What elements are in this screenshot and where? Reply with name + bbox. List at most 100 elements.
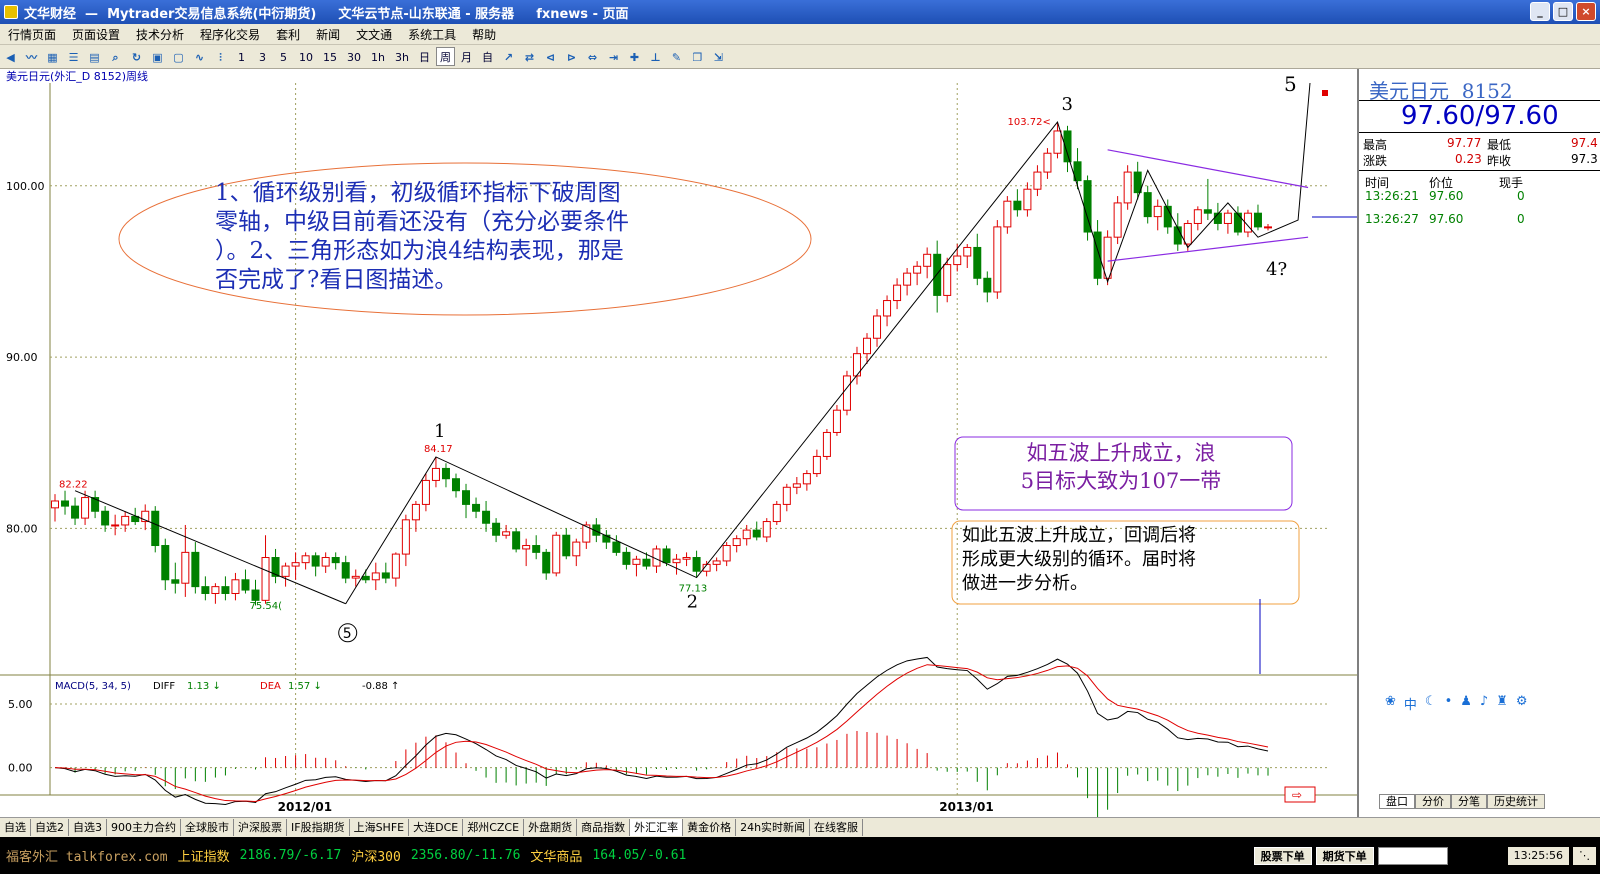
candle-body (762, 521, 771, 538)
period-1[interactable]: 1 (232, 47, 251, 66)
line-chart-icon[interactable]: 〰 (22, 47, 41, 66)
menu-tech-analysis[interactable]: 技术分析 (128, 26, 192, 43)
close-button[interactable]: × (1576, 2, 1596, 21)
candle-body (672, 558, 681, 564)
period-1h[interactable]: 1h (367, 47, 389, 66)
exit-icon[interactable]: ⇲ (709, 47, 728, 66)
level-icon[interactable]: ⊥ (646, 47, 665, 66)
period-10[interactable]: 10 (295, 47, 317, 66)
tab-watchlist-3[interactable]: 自选3 (69, 819, 107, 836)
macd-diff-value: 1.13 ↓ (187, 681, 221, 692)
tab-orderbook[interactable]: 盘口 (1379, 794, 1415, 809)
candle-body (1203, 209, 1212, 214)
tab-dce[interactable]: 大连DCE (409, 819, 464, 836)
tab-price-dist[interactable]: 分价 (1415, 794, 1451, 809)
person-icon[interactable]: ♟ (1460, 694, 1472, 713)
futures-order-button[interactable]: 期货下单 (1315, 846, 1374, 865)
draw-line-icon[interactable]: ↗ (499, 47, 518, 66)
menu-wenwentong[interactable]: 文文通 (348, 26, 400, 43)
tab-gold[interactable]: 黄金价格 (683, 819, 737, 836)
table-icon[interactable]: ▣ (148, 47, 167, 66)
tab-24h-news[interactable]: 24h实时新闻 (736, 819, 811, 836)
period-month[interactable]: 月 (457, 47, 476, 66)
menu-program-trading[interactable]: 程序化交易 (192, 26, 268, 43)
menu-system-tools[interactable]: 系统工具 (400, 26, 464, 43)
maximize-button[interactable]: □ (1553, 2, 1573, 21)
minimize-button[interactable]: _ (1530, 2, 1550, 21)
annotation-main-line-3: ）。2、三角形态如为浪4结构表现，那是 (215, 238, 624, 264)
prev-icon[interactable]: ⊲ (541, 47, 560, 66)
candle-body (1143, 192, 1152, 218)
refresh-icon[interactable]: ↻ (127, 47, 146, 66)
moon-icon[interactable]: ☾ (1425, 694, 1437, 713)
next-icon[interactable]: ⊳ (562, 47, 581, 66)
period-30[interactable]: 30 (343, 47, 365, 66)
menu-help[interactable]: 帮助 (464, 26, 504, 43)
period-3[interactable]: 3 (253, 47, 272, 66)
menu-page-settings[interactable]: 页面设置 (64, 26, 128, 43)
bars-icon[interactable]: ⫶ (211, 47, 230, 66)
order-input[interactable] (1377, 846, 1448, 865)
tab-forex[interactable]: 外汇汇率 (630, 819, 684, 836)
tab-if-futures[interactable]: IF股指期货 (287, 819, 350, 836)
period-5[interactable]: 5 (274, 47, 293, 66)
candle-body (1173, 226, 1182, 245)
mic-icon[interactable]: ♪ (1480, 694, 1488, 713)
candle-body (361, 575, 370, 581)
market-tabs: 自选 自选2 自选3 900主力合约 全球股市 沪深股票 IF股指期货 上海SH… (0, 817, 1600, 837)
tab-global-stocks[interactable]: 全球股市 (181, 819, 234, 836)
tab-commodity-index[interactable]: 商品指数 (577, 819, 631, 836)
period-15[interactable]: 15 (319, 47, 341, 66)
period-3h[interactable]: 3h (391, 47, 413, 66)
date-tick-label: 2012/01 (278, 800, 332, 814)
candle-body (191, 551, 200, 588)
shirt-icon[interactable]: ♜ (1496, 694, 1508, 713)
candle-body (381, 572, 390, 579)
macd-tick-label: 0.00 (8, 762, 33, 775)
menu-quotes[interactable]: 行情页面 (0, 26, 64, 43)
period-week[interactable]: 周 (435, 47, 455, 66)
back-icon[interactable]: ◀ (1, 47, 20, 66)
tab-support[interactable]: 在线客服 (810, 819, 864, 836)
tab-history[interactable]: 历史统计 (1487, 794, 1545, 809)
expand-icon[interactable]: ⇔ (583, 47, 602, 66)
arrow-icon[interactable]: ⇄ (520, 47, 539, 66)
tab-watchlist-1[interactable]: 自选 (0, 819, 31, 836)
candle-body (732, 538, 741, 547)
chart-area[interactable]: 美元日元(外汇_D 8152)周线 100.00 90.00 80.00 2012/01… (0, 69, 1359, 817)
stock-order-button[interactable]: 股票下单 (1253, 846, 1312, 865)
wave-label-1: 1 (434, 421, 445, 442)
candle-body (832, 409, 841, 433)
cross-icon[interactable]: ✚ (625, 47, 644, 66)
shrink-icon[interactable]: ⇥ (604, 47, 623, 66)
tab-main-contracts[interactable]: 900主力合约 (107, 819, 181, 836)
tab-watchlist-2[interactable]: 自选2 (31, 819, 69, 836)
menu-arbitrage[interactable]: 套利 (268, 26, 308, 43)
period-custom[interactable]: 自 (478, 47, 497, 66)
zoom-icon[interactable]: ⌕ (106, 47, 125, 66)
tab-shfe[interactable]: 上海SHFE (350, 819, 410, 836)
menu-news[interactable]: 新闻 (308, 26, 348, 43)
tab-sh-sz-stocks[interactable]: 沪深股票 (234, 819, 287, 836)
candle-body (522, 545, 531, 550)
tab-ticks[interactable]: 分笔 (1451, 794, 1487, 809)
window-icon[interactable]: ▢ (169, 47, 188, 66)
layers-icon[interactable]: ❐ (688, 47, 707, 66)
candle-body (341, 562, 350, 579)
grid-icon[interactable]: ▦ (43, 47, 62, 66)
chart-icon[interactable]: ▤ (85, 47, 104, 66)
wave-icon[interactable]: ∿ (190, 47, 209, 66)
paw-icon[interactable]: ❀ (1385, 694, 1396, 713)
candle-body (562, 534, 571, 557)
resize-grip-icon[interactable]: ⋱ (1573, 846, 1596, 865)
chinese-input-icon[interactable]: 中 (1404, 694, 1417, 713)
gear-icon[interactable]: ⚙ (1516, 694, 1528, 713)
pen-icon[interactable]: ✎ (667, 47, 686, 66)
dot-icon[interactable]: • (1445, 694, 1453, 713)
period-day[interactable]: 日 (415, 47, 434, 66)
list-icon[interactable]: ☰ (64, 47, 83, 66)
tab-foreign-futures[interactable]: 外盘期货 (524, 819, 578, 836)
candle-body (913, 265, 922, 274)
tab-czce[interactable]: 郑州CZCE (463, 819, 525, 836)
annotation-main-line-1: 1、循环级别看，初级循环指标下破周图 (215, 180, 621, 206)
